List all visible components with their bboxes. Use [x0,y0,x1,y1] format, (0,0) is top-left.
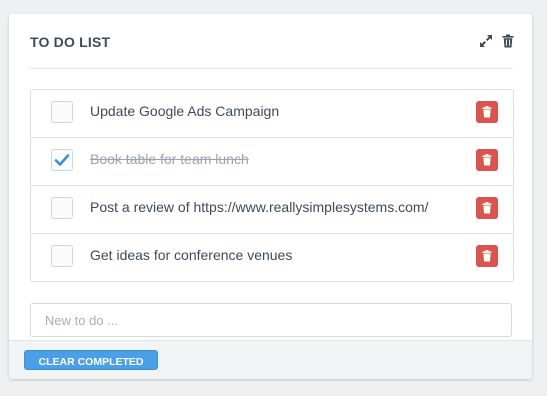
widget-footer: CLEAR COMPLETED [9,340,532,379]
todo-item: Post a review of https://www.reallysimpl… [31,185,513,233]
todo-checkbox[interactable] [51,245,73,267]
check-icon [54,154,70,166]
todo-text: Update Google Ads Campaign [90,103,280,119]
widget-title: TO DO LIST [30,34,111,50]
todo-list: Update Google Ads Campaign Book table fo… [30,89,514,282]
todo-checkbox[interactable] [51,101,73,123]
trash-icon [482,106,492,118]
new-todo-input[interactable] [30,303,512,337]
todo-item: Update Google Ads Campaign [31,90,513,137]
todo-checkbox-checked[interactable] [51,149,73,171]
todo-text-completed: Book table for team lunch [90,151,249,167]
delete-todo-button[interactable] [476,101,498,123]
todo-item: Book table for team lunch [31,137,513,185]
header-actions [479,34,515,48]
trash-icon [482,202,492,214]
trash-icon[interactable] [501,34,515,48]
todo-text: Get ideas for conference venues [90,247,293,263]
todo-widget: TO DO LIST Update Google Ads Campaign Bo… [9,14,532,379]
trash-icon [482,250,492,262]
delete-todo-button[interactable] [476,197,498,219]
header-divider [29,68,513,69]
widget-header: TO DO LIST [9,14,532,69]
delete-todo-button[interactable] [476,149,498,171]
trash-icon [482,154,492,166]
clear-completed-button[interactable]: CLEAR COMPLETED [24,350,158,370]
expand-icon[interactable] [479,34,493,48]
todo-checkbox[interactable] [51,197,73,219]
delete-todo-button[interactable] [476,245,498,267]
todo-text: Post a review of https://www.reallysimpl… [90,199,429,215]
todo-item: Get ideas for conference venues [31,233,513,281]
